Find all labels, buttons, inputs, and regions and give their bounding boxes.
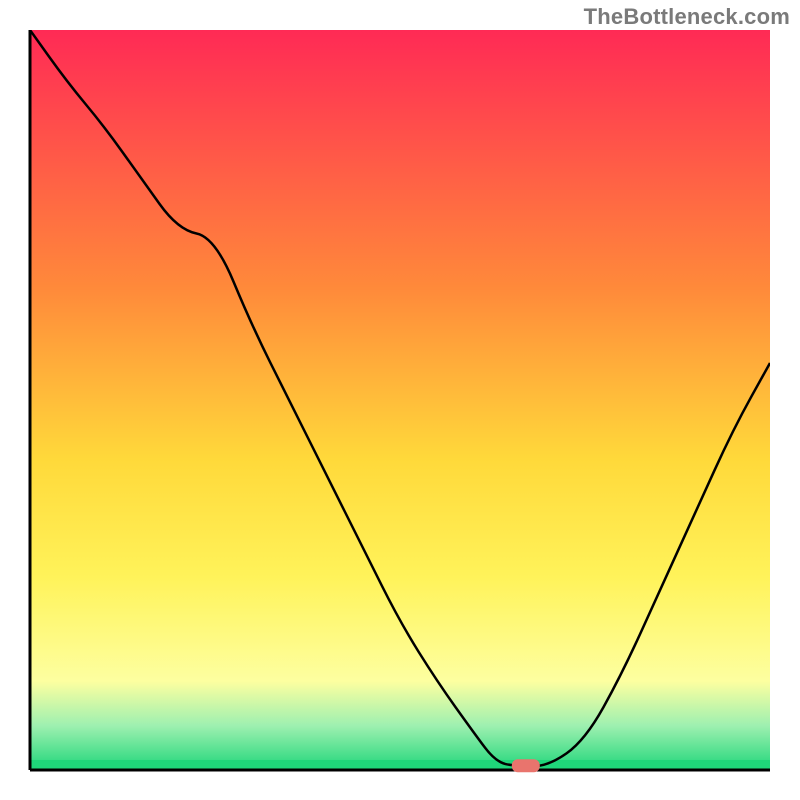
chart-svg — [0, 0, 800, 800]
plot-background — [30, 30, 770, 770]
optimum-marker-icon — [512, 759, 540, 772]
bottleneck-chart: TheBottleneck.com — [0, 0, 800, 800]
watermark-label: TheBottleneck.com — [584, 4, 790, 30]
